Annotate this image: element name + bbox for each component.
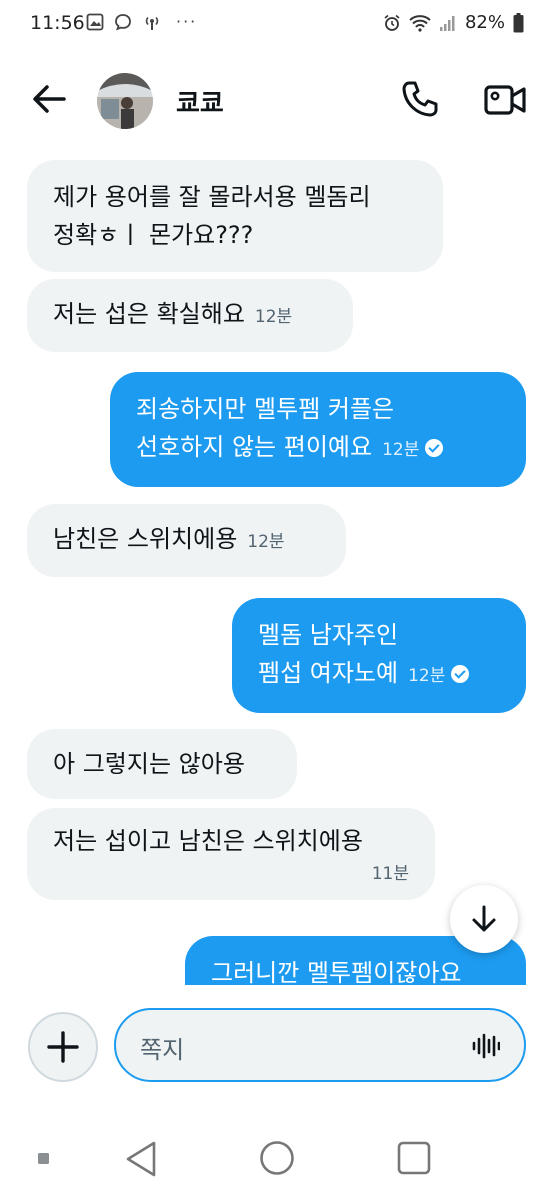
read-check-icon	[425, 439, 444, 457]
status-time: 11:56	[30, 12, 85, 34]
message-input-placeholder: 쪽지	[140, 1036, 185, 1064]
nav-home-icon[interactable]	[259, 1140, 295, 1176]
more-notifications-icon: ···	[176, 12, 198, 31]
battery-icon	[513, 12, 524, 32]
message-text: 제가 용어를 잘 몰라서용 멜돔리	[53, 183, 371, 211]
scroll-to-bottom-button[interactable]	[450, 885, 518, 953]
message-text: 정확ㅎㅣ 몬가요???	[53, 221, 254, 249]
nav-square-small-icon[interactable]	[38, 1153, 49, 1164]
arrow-down-icon	[472, 905, 496, 932]
message-text: 저는 섭이고 남친은 스위치에용	[53, 827, 363, 855]
video-call-icon[interactable]	[484, 82, 526, 118]
message-time: 12분	[254, 307, 293, 327]
wifi-icon	[409, 14, 431, 32]
message-bubble-sent[interactable]: 멜돔 남자주인 펨섭 여자노예 12분	[232, 598, 526, 713]
message-list[interactable]: 제가 용어를 잘 몰라서용 멜돔리 정확ㅎㅣ 몬가요??? 저는 섭은 확실해요…	[0, 150, 554, 985]
conversation-header: 쿄쿄	[0, 60, 554, 144]
add-media-button[interactable]	[28, 1012, 98, 1082]
message-time: 12분	[408, 666, 446, 686]
signal-icon	[439, 15, 455, 31]
chat-bubble-icon	[115, 13, 131, 31]
hotspot-icon	[145, 16, 159, 30]
message-time: 11분	[371, 864, 409, 884]
gallery-icon	[86, 13, 104, 30]
voice-message-icon[interactable]	[472, 1032, 500, 1060]
message-time: 12분	[247, 532, 285, 552]
alarm-icon	[384, 14, 400, 31]
system-nav-bar	[0, 1120, 554, 1200]
back-arrow-icon[interactable]	[28, 78, 70, 120]
message-bubble-received[interactable]: 제가 용어를 잘 몰라서용 멜돔리 정확ㅎㅣ 몬가요???	[27, 160, 443, 272]
message-text: 그러니깐 멜투펨이잖아요	[211, 959, 462, 985]
message-bubble-received[interactable]: 남친은 스위치에용 12분	[27, 504, 346, 577]
message-text: 멜돔 남자주인	[258, 621, 399, 649]
plus-icon	[47, 1031, 79, 1063]
message-input[interactable]: 쪽지	[114, 1008, 526, 1082]
message-text: 남친은 스위치에용	[53, 525, 238, 553]
nav-recents-icon[interactable]	[397, 1141, 431, 1175]
message-bubble-received[interactable]: 저는 섭이고 남친은 스위치에용 11분	[27, 808, 435, 900]
message-bubble-received[interactable]: 저는 섭은 확실해요 12분	[27, 279, 353, 352]
battery-percent: 82%	[464, 12, 505, 33]
message-bubble-received[interactable]: 아 그렇지는 않아용	[27, 729, 297, 799]
message-text: 선호하지 않는 편이예요	[136, 433, 373, 461]
phone-icon[interactable]	[400, 79, 440, 119]
message-text: 아 그렇지는 않아용	[53, 750, 245, 778]
read-check-icon	[451, 665, 470, 683]
message-time: 12분	[382, 440, 420, 460]
message-text: 죄송하지만 멜투펨 커플은	[136, 395, 395, 423]
nav-back-icon[interactable]	[124, 1140, 158, 1178]
message-text: 저는 섭은 확실해요	[53, 300, 245, 328]
message-bubble-sent[interactable]: 죄송하지만 멜투펨 커플은 선호하지 않는 편이예요 12분	[110, 372, 526, 487]
contact-avatar[interactable]	[97, 73, 153, 129]
message-text: 펨섭 여자노예	[258, 659, 399, 687]
status-bar: 11:56 ··· 82%	[0, 0, 554, 50]
contact-name[interactable]: 쿄쿄	[176, 83, 224, 120]
